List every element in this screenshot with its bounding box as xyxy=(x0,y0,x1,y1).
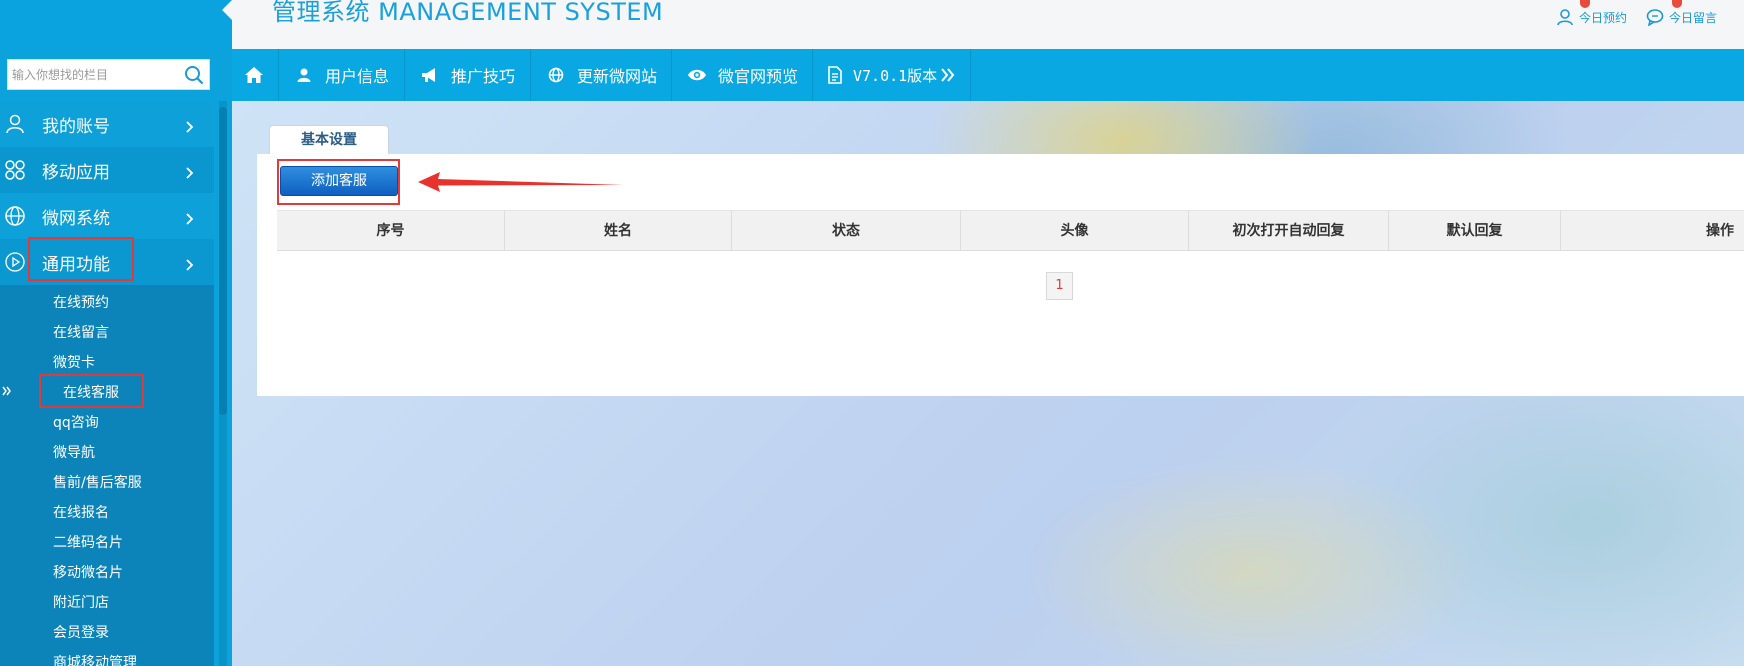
nav-version-label: V7.0.1版本 xyxy=(853,66,938,85)
nav-promotion-tips-label: 推广技巧 xyxy=(451,67,516,86)
search-input[interactable] xyxy=(12,65,172,85)
submenu-item-greeting-card[interactable]: 微贺卡 xyxy=(53,352,95,372)
annotation-arrow-icon xyxy=(418,172,623,192)
column-header-index: 序号 xyxy=(277,211,505,251)
today-messages-label: 今日留言 xyxy=(1669,10,1718,25)
submenu-item-online-signup[interactable]: 在线报名 xyxy=(53,502,109,522)
submenu-item-online-booking[interactable]: 在线预约 xyxy=(53,292,109,312)
tab-basic-settings[interactable]: 基本设置 xyxy=(269,125,389,154)
submenu-item-micro-nav[interactable]: 微导航 xyxy=(53,442,95,462)
globe-icon xyxy=(545,64,567,86)
nav-update-site[interactable]: 更新微网站 xyxy=(531,49,672,101)
sidebar-scrollbar-thumb[interactable] xyxy=(219,107,227,415)
submenu-item-member-login[interactable]: 会员登录 xyxy=(53,622,109,642)
nav-user-info[interactable]: 用户信息 xyxy=(279,49,405,101)
notification-dot xyxy=(1580,0,1590,8)
menu-mobile-apps[interactable]: 移动应用 xyxy=(0,147,214,193)
submenu-item-qr-card[interactable]: 二维码名片 xyxy=(53,532,123,552)
today-messages-link[interactable]: 今日留言 xyxy=(1646,0,1718,30)
user-icon xyxy=(293,64,315,86)
active-marker-icon xyxy=(2,385,12,400)
submenu-item-mobile-card[interactable]: 移动微名片 xyxy=(53,562,123,582)
column-header-actions: 操作 xyxy=(1706,223,1734,239)
column-header-status: 状态 xyxy=(732,211,961,251)
table-header: 序号 姓名 状态 头像 初次打开自动回复 默认回复 操作 xyxy=(277,210,1744,251)
sidebar: 我的账号 移动应用 微网系统 通用功能 在线预约 在线留言 微贺卡 在线客服 q… xyxy=(0,49,232,666)
notification-dot xyxy=(1672,0,1682,8)
menu-label: 我的账号 xyxy=(42,117,110,137)
message-icon xyxy=(1646,9,1664,26)
chevron-right-icon xyxy=(186,118,194,138)
globe-icon xyxy=(4,205,26,232)
user-icon xyxy=(4,113,26,140)
megaphone-icon xyxy=(419,64,441,86)
submenu-item-online-message[interactable]: 在线留言 xyxy=(53,322,109,342)
play-circle-icon xyxy=(4,251,26,278)
column-header-name: 姓名 xyxy=(505,211,732,251)
add-service-button[interactable]: 添加客服 xyxy=(280,166,398,196)
column-header-default-reply: 默认回复 xyxy=(1389,211,1561,251)
top-nav: 用户信息 推广技巧 更新微网站 微官网预览 V7.0.1版本 xyxy=(232,49,1744,101)
column-header-auto-reply: 初次打开自动回复 xyxy=(1189,211,1389,251)
highlight-box xyxy=(39,374,144,408)
submenu-item-pre-after-sales[interactable]: 售前/售后客服 xyxy=(53,472,142,492)
user-icon xyxy=(1557,9,1573,26)
chevron-right-icon xyxy=(186,210,194,230)
today-appointments-label: 今日预约 xyxy=(1579,10,1628,25)
document-icon xyxy=(827,64,843,86)
submenu-item-mall-mobile[interactable]: 商城移动管理 xyxy=(53,652,137,666)
highlight-box xyxy=(28,237,134,281)
home-icon xyxy=(244,64,264,86)
menu-label: 移动应用 xyxy=(42,163,110,183)
chevron-right-icon xyxy=(186,164,194,184)
nav-site-preview-label: 微官网预览 xyxy=(717,67,798,86)
nav-home[interactable] xyxy=(232,49,279,101)
grid-icon xyxy=(4,159,26,186)
pagination-page-button[interactable]: 1 xyxy=(1046,272,1073,300)
header-notch xyxy=(222,0,232,20)
column-header-avatar: 头像 xyxy=(961,211,1189,251)
nav-promotion-tips[interactable]: 推广技巧 xyxy=(405,49,531,101)
eye-icon xyxy=(686,64,708,86)
search-icon[interactable] xyxy=(184,65,204,89)
nav-user-info-label: 用户信息 xyxy=(325,67,390,86)
chevron-right-icon xyxy=(186,256,194,276)
search-box xyxy=(7,59,210,90)
submenu-item-qq-consult[interactable]: qq咨询 xyxy=(53,412,99,432)
nav-site-preview[interactable]: 微官网预览 xyxy=(672,49,813,101)
nav-version[interactable]: V7.0.1版本 xyxy=(813,49,971,101)
nav-update-site-label: 更新微网站 xyxy=(576,67,657,86)
menu-label: 微网系统 xyxy=(42,209,110,229)
today-appointments-link[interactable]: 今日预约 xyxy=(1556,0,1628,30)
menu-micro-site-system[interactable]: 微网系统 xyxy=(0,193,214,239)
submenu-item-nearby-stores[interactable]: 附近门店 xyxy=(53,592,109,612)
menu-my-account[interactable]: 我的账号 xyxy=(0,101,214,147)
double-chevron-right-icon xyxy=(940,67,956,83)
app-title: 管理系统 MANAGEMENT SYSTEM xyxy=(272,0,664,26)
